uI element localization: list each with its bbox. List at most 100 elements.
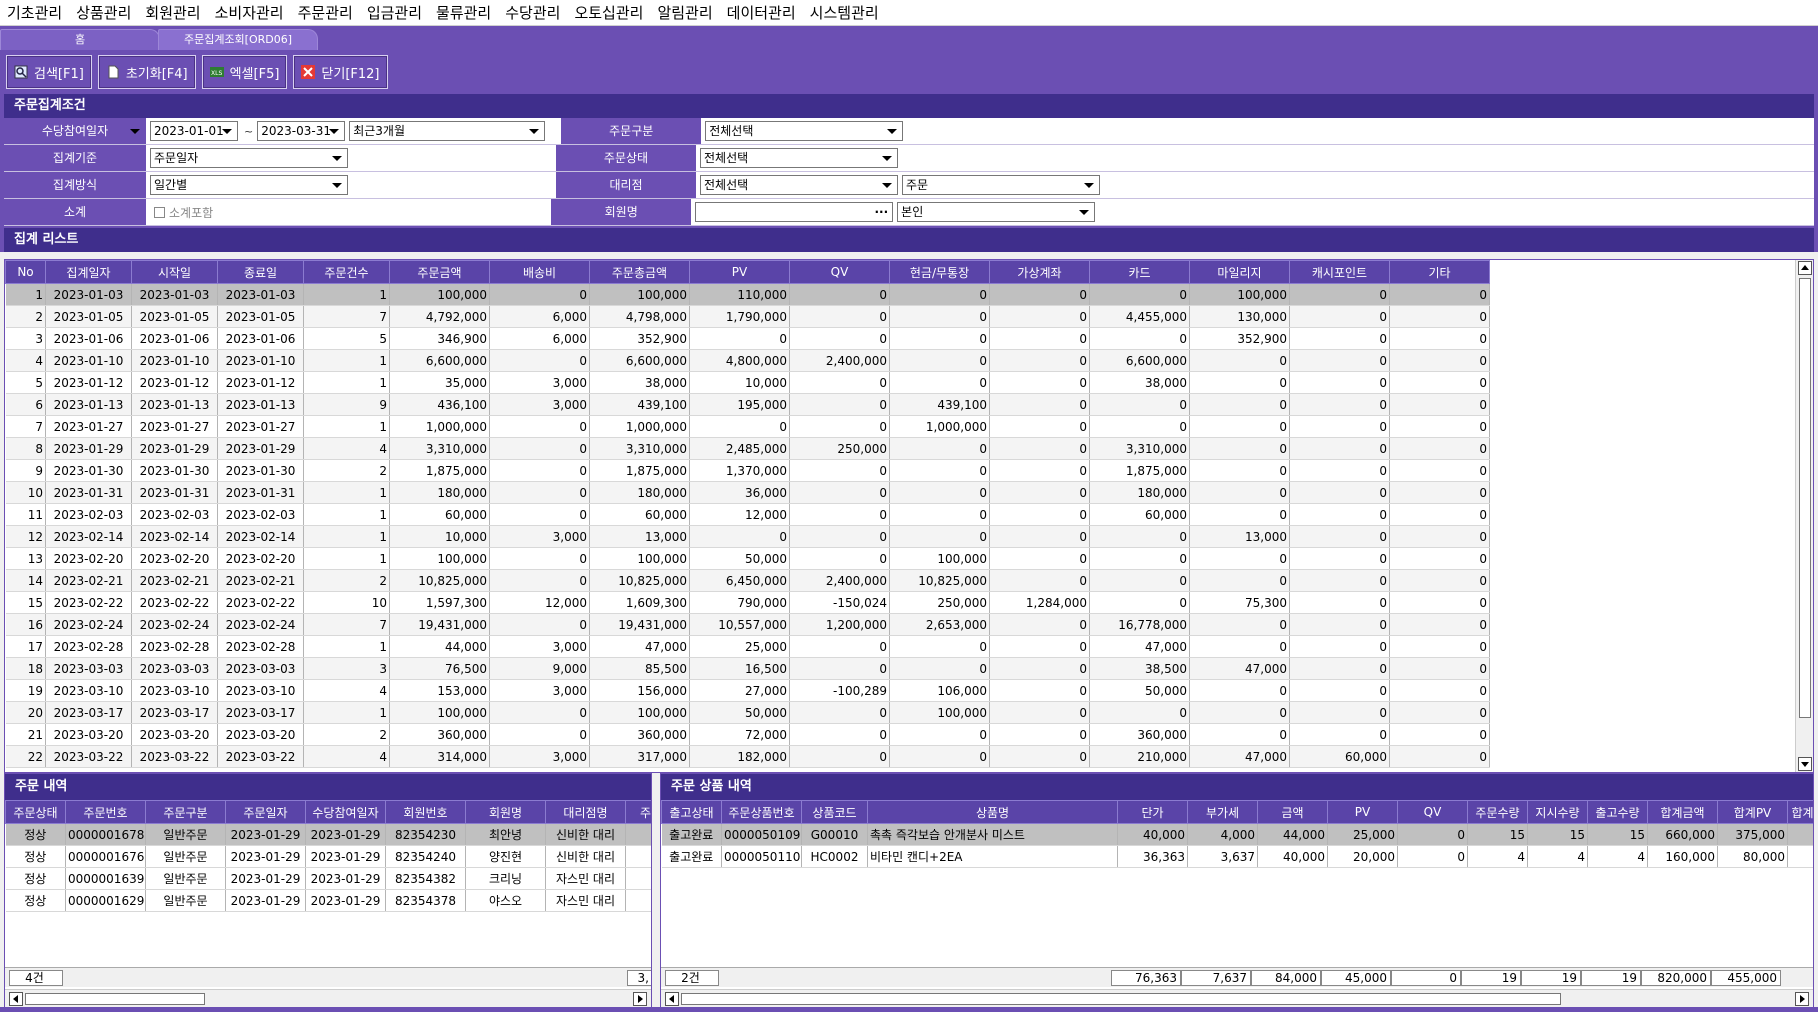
more-icon[interactable]: ···: [874, 203, 888, 221]
menu-item[interactable]: 상품관리: [69, 0, 138, 26]
subtotal-checkbox[interactable]: 소계포함: [154, 204, 213, 221]
table-row[interactable]: 2 2023-01-05 2023-01-05 2023-01-05 7 4,792,00…: [5, 305, 1490, 328]
column-header[interactable]: 합계: [1787, 800, 1813, 824]
products-horizontal-scrollbar[interactable]: [661, 989, 1813, 1007]
column-header[interactable]: 주문금액: [389, 260, 490, 284]
table-row[interactable]: 22 2023-03-22 2023-03-22 2023-03-22 4 314,000…: [5, 745, 1490, 768]
table-row[interactable]: 19 2023-03-10 2023-03-10 2023-03-10 4 153,000…: [5, 679, 1490, 702]
table-row[interactable]: 정상 0000001639 일반주문 2023-01-29 2023-01-29 8235…: [5, 867, 651, 890]
member-sub-select[interactable]: 본인: [897, 202, 1096, 222]
column-header[interactable]: 카드: [1089, 260, 1190, 284]
menu-item[interactable]: 물류관리: [429, 0, 498, 26]
order-type-select[interactable]: 전체선택: [705, 121, 904, 141]
menu-item[interactable]: 회원관리: [138, 0, 207, 26]
column-header[interactable]: 주문수량: [1467, 800, 1528, 824]
menu-item[interactable]: 시스템관리: [803, 0, 886, 26]
table-row[interactable]: 출고완료 0000050110 HC0002 비타민 캔디+2EA 36,363 3,63…: [661, 845, 1813, 868]
table-row[interactable]: 3 2023-01-06 2023-01-06 2023-01-06 5 346,900 6…: [5, 327, 1490, 350]
column-header[interactable]: No: [5, 260, 46, 284]
period-select[interactable]: 최근3개월: [349, 121, 546, 141]
column-header[interactable]: 합계금액: [1647, 800, 1718, 824]
table-row[interactable]: 8 2023-01-29 2023-01-29 2023-01-29 4 3,310,00…: [5, 437, 1490, 460]
column-header[interactable]: 단가: [1117, 800, 1188, 824]
menu-item[interactable]: 수당관리: [498, 0, 567, 26]
column-header[interactable]: 주문총금액: [589, 260, 690, 284]
column-header[interactable]: 상품명: [867, 800, 1118, 824]
scroll-right-icon[interactable]: [1795, 992, 1809, 1006]
scroll-right-icon[interactable]: [633, 992, 647, 1006]
excel-button[interactable]: XLS 엑셀[F5]: [201, 55, 288, 89]
column-header[interactable]: 주문상품번호: [721, 800, 802, 824]
column-header[interactable]: 상품코드: [801, 800, 868, 824]
column-header[interactable]: 출고상태: [661, 800, 722, 824]
table-row[interactable]: 6 2023-01-13 2023-01-13 2023-01-13 9 436,100 3…: [5, 393, 1490, 416]
column-header[interactable]: 주문번호: [65, 800, 146, 824]
column-header[interactable]: PV: [1327, 800, 1398, 824]
scroll-thumb[interactable]: [1799, 278, 1811, 718]
column-header[interactable]: QV: [789, 260, 890, 284]
column-header[interactable]: 주문일자: [225, 800, 306, 824]
table-row[interactable]: 7 2023-01-27 2023-01-27 2023-01-27 1 1,000,00…: [5, 415, 1490, 438]
table-row[interactable]: 15 2023-02-22 2023-02-22 2023-02-22 10 1,597,…: [5, 591, 1490, 614]
agency-select[interactable]: 전체선택: [700, 175, 898, 195]
menu-item[interactable]: 주문관리: [291, 0, 360, 26]
menu-item[interactable]: 입금관리: [360, 0, 429, 26]
member-input[interactable]: ···: [695, 202, 894, 222]
tab-order-summary[interactable]: 주문집계조회[ORD06]: [158, 29, 318, 50]
scroll-thumb[interactable]: [681, 993, 1561, 1005]
column-header[interactable]: 마일리지: [1189, 260, 1290, 284]
column-header[interactable]: 주: [625, 800, 651, 824]
orders-horizontal-scrollbar[interactable]: [5, 989, 651, 1007]
table-row[interactable]: 정상 0000001678 일반주문 2023-01-29 2023-01-29 8235…: [5, 823, 651, 846]
table-row[interactable]: 21 2023-03-20 2023-03-20 2023-03-20 2 360,000…: [5, 723, 1490, 746]
column-header[interactable]: 부가세: [1187, 800, 1258, 824]
menu-item[interactable]: 데이터관리: [720, 0, 803, 26]
tab-home[interactable]: 홈: [0, 29, 160, 50]
column-header[interactable]: 주문상태: [5, 800, 66, 824]
scroll-thumb[interactable]: [25, 993, 205, 1005]
search-button[interactable]: 검색[F1]: [6, 55, 92, 89]
method-select[interactable]: 일간별: [150, 175, 348, 195]
date-to-input[interactable]: 2023-03-31: [257, 121, 346, 141]
column-header[interactable]: 주문건수: [303, 260, 390, 284]
column-header[interactable]: QV: [1397, 800, 1468, 824]
table-row[interactable]: 9 2023-01-30 2023-01-30 2023-01-30 2 1,875,00…: [5, 459, 1490, 482]
scroll-down-icon[interactable]: [1798, 757, 1812, 771]
table-row[interactable]: 12 2023-02-14 2023-02-14 2023-02-14 1 10,000 3…: [5, 525, 1490, 548]
table-row[interactable]: 14 2023-02-21 2023-02-21 2023-02-21 2 10,825,…: [5, 569, 1490, 592]
column-header[interactable]: 회원명: [465, 800, 546, 824]
column-header[interactable]: 지시수량: [1527, 800, 1588, 824]
agency-sub-select[interactable]: 주문: [902, 175, 1100, 195]
table-row[interactable]: 5 2023-01-12 2023-01-12 2023-01-12 1 35,000 3,…: [5, 371, 1490, 394]
column-header[interactable]: 회원번호: [385, 800, 466, 824]
table-row[interactable]: 20 2023-03-17 2023-03-17 2023-03-17 1 100,000…: [5, 701, 1490, 724]
basis-select[interactable]: 주문일자: [150, 148, 348, 168]
column-header[interactable]: 주문구분: [145, 800, 226, 824]
menu-item[interactable]: 알림관리: [650, 0, 719, 26]
column-header[interactable]: 수당참여일자: [305, 800, 386, 824]
scroll-left-icon[interactable]: [9, 992, 23, 1006]
menu-item[interactable]: 오토십관리: [567, 0, 650, 26]
column-header[interactable]: PV: [689, 260, 790, 284]
column-header[interactable]: 종료일: [217, 260, 304, 284]
column-header[interactable]: 시작일: [131, 260, 218, 284]
column-header[interactable]: 집계일자: [45, 260, 132, 284]
column-header[interactable]: 합계PV: [1717, 800, 1788, 824]
table-row[interactable]: 1 2023-01-03 2023-01-03 2023-01-03 1 100,000 0…: [5, 283, 1490, 306]
table-row[interactable]: 16 2023-02-24 2023-02-24 2023-02-24 7 19,431,…: [5, 613, 1490, 636]
table-row[interactable]: 18 2023-03-03 2023-03-03 2023-03-03 3 76,500 9…: [5, 657, 1490, 680]
column-header[interactable]: 대리점명: [545, 800, 626, 824]
menu-item[interactable]: 소비자관리: [208, 0, 291, 26]
table-row[interactable]: 10 2023-01-31 2023-01-31 2023-01-31 1 180,000…: [5, 481, 1490, 504]
table-row[interactable]: 출고완료 0000050109 G00010 촉촉 즉각보습 안개분사 미스트 40,0…: [661, 823, 1813, 846]
column-header[interactable]: 배송비: [489, 260, 590, 284]
column-header[interactable]: 현금/무통장: [889, 260, 990, 284]
table-row[interactable]: 정상 0000001629 일반주문 2023-01-29 2023-01-29 8235…: [5, 889, 651, 912]
table-row[interactable]: 17 2023-02-28 2023-02-28 2023-02-28 1 44,000 3…: [5, 635, 1490, 658]
table-row[interactable]: 11 2023-02-03 2023-02-03 2023-02-03 1 60,000 0…: [5, 503, 1490, 526]
column-header[interactable]: 캐시포인트: [1289, 260, 1390, 284]
column-header[interactable]: 출고수량: [1587, 800, 1648, 824]
allowance-date-label[interactable]: 수당참여일자: [4, 118, 146, 144]
scroll-left-icon[interactable]: [665, 992, 679, 1006]
column-header[interactable]: 가상계좌: [989, 260, 1090, 284]
